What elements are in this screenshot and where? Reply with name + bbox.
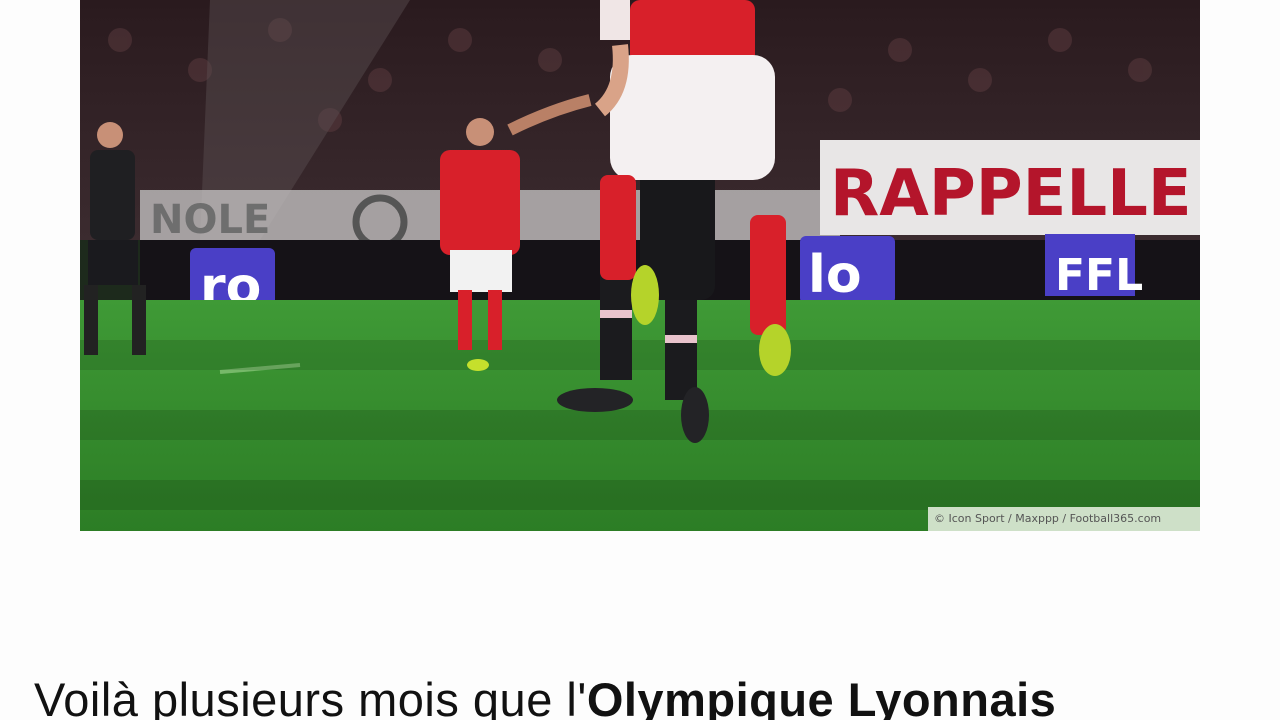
banner-lo: lo [808,245,862,305]
article-paragraph: Voilà plusieurs mois que l'Olympique Lyo… [34,672,1056,720]
article-text-lead: Voilà plusieurs mois que l' [34,673,587,720]
banner-ffl: FFL [1055,250,1143,301]
photo-credit: © Icon Sport / Maxppp / Football365.com [928,507,1200,531]
article-page: NOLE RAPPELLE ro lo FFL © Icon Sport / M… [0,0,1280,720]
football-scene-illustration: NOLE RAPPELLE ro lo FFL [80,0,1200,531]
banner-rappelle: RAPPELLE [830,157,1192,231]
banner-nole: NOLE [150,197,270,243]
club-name-bold: Olympique Lyonnais [586,673,1057,720]
article-photo: NOLE RAPPELLE ro lo FFL © Icon Sport / M… [80,0,1200,531]
